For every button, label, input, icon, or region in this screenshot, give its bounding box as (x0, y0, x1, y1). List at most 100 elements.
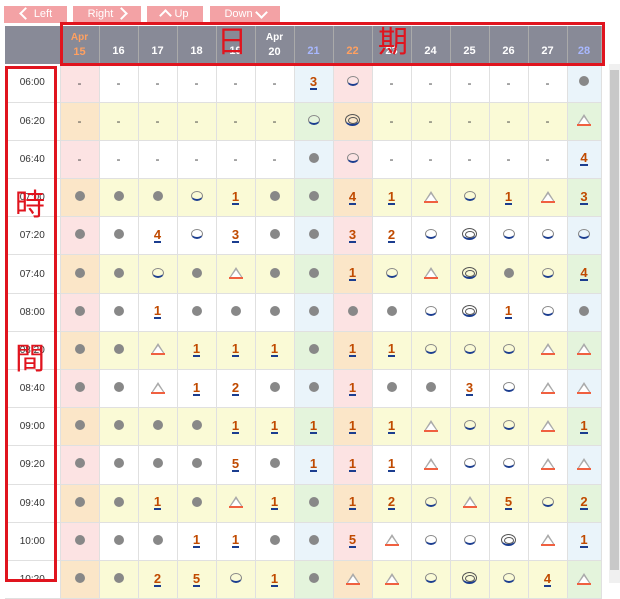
available-circle-icon[interactable] (190, 191, 203, 202)
availability-cell[interactable]: 1 (138, 293, 178, 332)
availability-cell[interactable] (411, 254, 451, 294)
availability-cell[interactable] (528, 178, 568, 218)
few-left-triangle-icon[interactable] (540, 381, 555, 394)
available-circle-icon[interactable] (463, 534, 476, 545)
available-circle-icon[interactable] (424, 305, 437, 316)
availability-cell[interactable] (177, 216, 217, 256)
availability-cell[interactable]: 4 (567, 254, 602, 294)
available-circle-icon[interactable] (463, 191, 476, 202)
available-circle-icon[interactable] (502, 382, 515, 393)
availability-count[interactable]: 1 (580, 419, 588, 434)
available-circle-icon[interactable] (502, 573, 515, 584)
availability-cell[interactable] (567, 216, 602, 256)
up-button[interactable]: Up (147, 6, 203, 23)
few-left-triangle-icon[interactable] (577, 572, 591, 585)
availability-count[interactable]: 1 (348, 419, 357, 434)
availability-count[interactable]: 3 (309, 75, 318, 90)
availability-cell[interactable]: 3 (333, 216, 373, 256)
availability-cell[interactable]: 1 (372, 445, 412, 485)
availability-cell[interactable]: 2 (372, 484, 412, 523)
availability-cell[interactable] (411, 560, 451, 599)
vertical-scrollbar[interactable] (609, 64, 620, 583)
availability-cell[interactable]: 3 (450, 369, 490, 409)
availability-cell[interactable] (333, 64, 373, 103)
availability-cell[interactable] (450, 178, 490, 218)
available-circle-icon[interactable] (424, 534, 437, 545)
availability-count[interactable]: 5 (231, 457, 240, 472)
available-circle-icon[interactable] (229, 573, 242, 584)
availability-cell[interactable] (528, 331, 568, 371)
availability-count[interactable]: 2 (231, 381, 240, 396)
right-button[interactable]: Right (73, 6, 141, 23)
availability-count[interactable]: 2 (153, 572, 162, 587)
availability-cell[interactable]: 4 (138, 216, 178, 256)
available-circle-icon[interactable] (190, 229, 203, 240)
availability-count[interactable]: 1 (231, 419, 240, 434)
availability-cell[interactable] (567, 445, 602, 485)
availability-cell[interactable]: 1 (216, 522, 256, 561)
availability-cell[interactable]: 2 (372, 216, 412, 256)
available-circle-icon[interactable] (578, 229, 590, 240)
availability-cell[interactable]: 1 (333, 445, 373, 485)
availability-count[interactable]: 4 (153, 228, 162, 243)
availability-count[interactable]: 1 (192, 533, 201, 549)
availability-count[interactable]: 1 (309, 419, 318, 434)
left-button[interactable]: Left (4, 6, 67, 23)
availability-cell[interactable]: 1 (255, 407, 295, 447)
few-left-triangle-icon[interactable] (577, 343, 591, 356)
availability-cell[interactable]: 3 (567, 178, 602, 218)
available-circle-icon[interactable] (541, 305, 554, 316)
available-circle-icon[interactable] (541, 229, 554, 240)
availability-count[interactable]: 1 (387, 190, 396, 205)
availability-cell[interactable]: 1 (567, 407, 602, 447)
availability-count[interactable]: 1 (348, 495, 357, 511)
availability-cell[interactable] (333, 102, 373, 141)
available-circle-icon[interactable] (463, 420, 476, 431)
down-button[interactable]: Down (210, 6, 280, 23)
availability-count[interactable]: 1 (192, 381, 201, 396)
few-left-triangle-icon[interactable] (150, 381, 165, 394)
few-left-triangle-icon[interactable] (540, 534, 555, 547)
availability-cell[interactable] (489, 369, 529, 409)
plenty-double-circle-icon[interactable] (462, 266, 477, 279)
availability-count[interactable]: 5 (504, 495, 513, 511)
few-left-triangle-icon[interactable] (462, 496, 477, 509)
availability-count[interactable]: 1 (348, 266, 357, 282)
availability-cell[interactable] (138, 331, 178, 371)
availability-cell[interactable] (450, 522, 490, 561)
availability-count[interactable]: 4 (580, 151, 588, 167)
availability-cell[interactable]: 1 (372, 331, 412, 371)
availability-cell[interactable] (528, 369, 568, 409)
availability-cell[interactable]: 1 (333, 254, 373, 294)
availability-cell[interactable]: 1 (177, 369, 217, 409)
few-left-triangle-icon[interactable] (228, 267, 243, 280)
availability-cell[interactable]: 1 (333, 484, 373, 523)
availability-cell[interactable]: 1 (372, 178, 412, 218)
availability-cell[interactable] (138, 254, 178, 294)
availability-cell[interactable]: 4 (528, 560, 568, 599)
availability-cell[interactable] (450, 445, 490, 485)
available-circle-icon[interactable] (541, 267, 554, 278)
available-circle-icon[interactable] (385, 267, 398, 278)
few-left-triangle-icon[interactable] (540, 343, 555, 356)
available-circle-icon[interactable] (424, 343, 437, 354)
availability-cell[interactable] (216, 560, 256, 599)
availability-cell[interactable]: 4 (567, 140, 602, 180)
availability-count[interactable]: 1 (270, 572, 279, 587)
availability-cell[interactable] (489, 216, 529, 256)
availability-count[interactable]: 1 (270, 342, 279, 358)
availability-cell[interactable] (450, 293, 490, 332)
few-left-triangle-icon[interactable] (228, 496, 243, 509)
availability-count[interactable]: 1 (348, 381, 357, 396)
availability-count[interactable]: 1 (348, 342, 357, 358)
availability-count[interactable]: 1 (231, 533, 240, 549)
availability-count[interactable]: 1 (192, 342, 201, 358)
availability-cell[interactable] (216, 484, 256, 523)
available-circle-icon[interactable] (502, 343, 515, 354)
plenty-double-circle-icon[interactable] (345, 113, 360, 126)
availability-count[interactable]: 3 (580, 190, 588, 205)
availability-cell[interactable] (372, 254, 412, 294)
availability-cell[interactable] (411, 216, 451, 256)
availability-cell[interactable] (489, 331, 529, 371)
availability-cell[interactable]: 3 (294, 64, 334, 103)
